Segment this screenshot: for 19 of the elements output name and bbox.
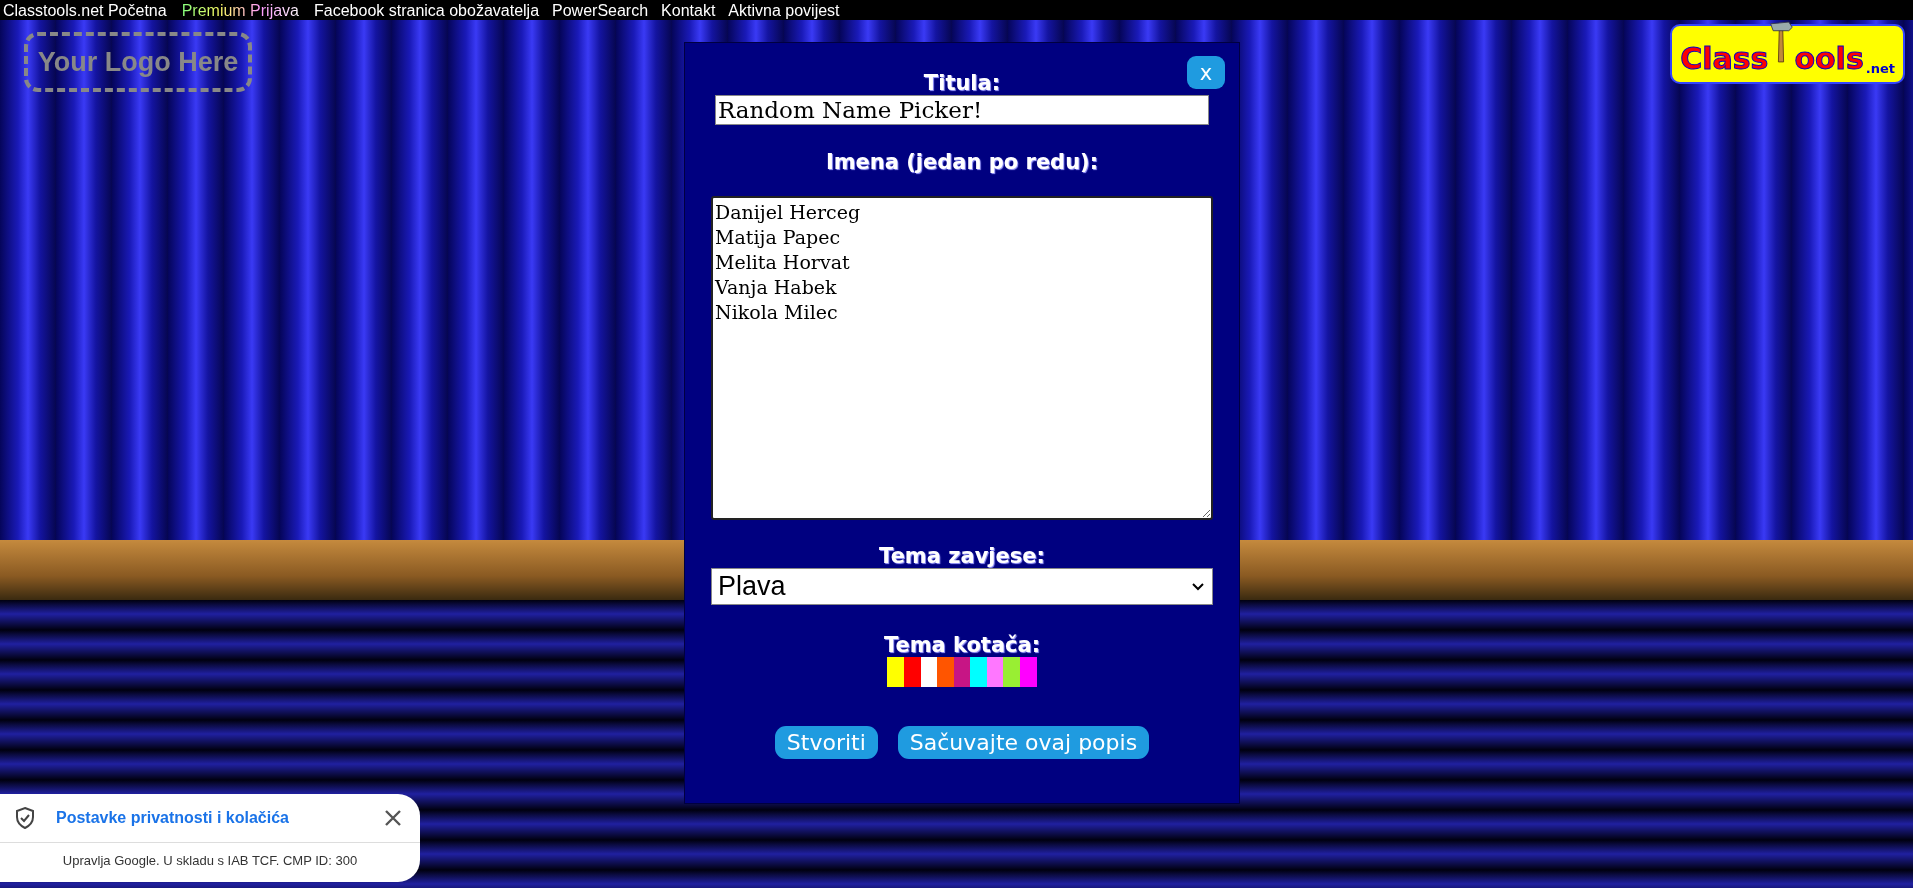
cookie-note: Upravlja Google. U skladu s IAB TCF. CMP ID: 300 (61, 852, 359, 868)
curtain-select[interactable]: Plava (711, 568, 1213, 605)
nav-link[interactable]: PowerSearch (552, 2, 649, 20)
field-label: Tema kotača: (883, 633, 1041, 657)
nav-link[interactable]: Facebook stranica obožavatelja (314, 2, 540, 20)
chevron-icon (1192, 582, 1204, 591)
hammer-icon (1768, 20, 1795, 64)
field-label: Titula: (923, 71, 1001, 95)
field-label: Imena (jedan po redu): (825, 150, 1099, 174)
privacy-settings-link[interactable]: Postavke privatnosti i kolačića (56, 809, 364, 827)
shield-check-icon (14, 806, 36, 830)
close-icon[interactable] (384, 809, 402, 827)
nav-link[interactable]: Aktivna povijest (728, 2, 840, 20)
field-label: Tema zavjese: (879, 544, 1045, 568)
title-field[interactable]: Random Name Picker! (715, 95, 1209, 125)
wheel-theme-swatch[interactable] (887, 657, 1037, 687)
nav-link[interactable]: Kontakt (661, 2, 716, 20)
nav-link[interactable]: Classtools.net Početna (3, 2, 167, 20)
names-field[interactable]: Danijel Herceg Matija Papec Melita Horvat Vanja Habek Nikola Milec (711, 196, 1213, 520)
